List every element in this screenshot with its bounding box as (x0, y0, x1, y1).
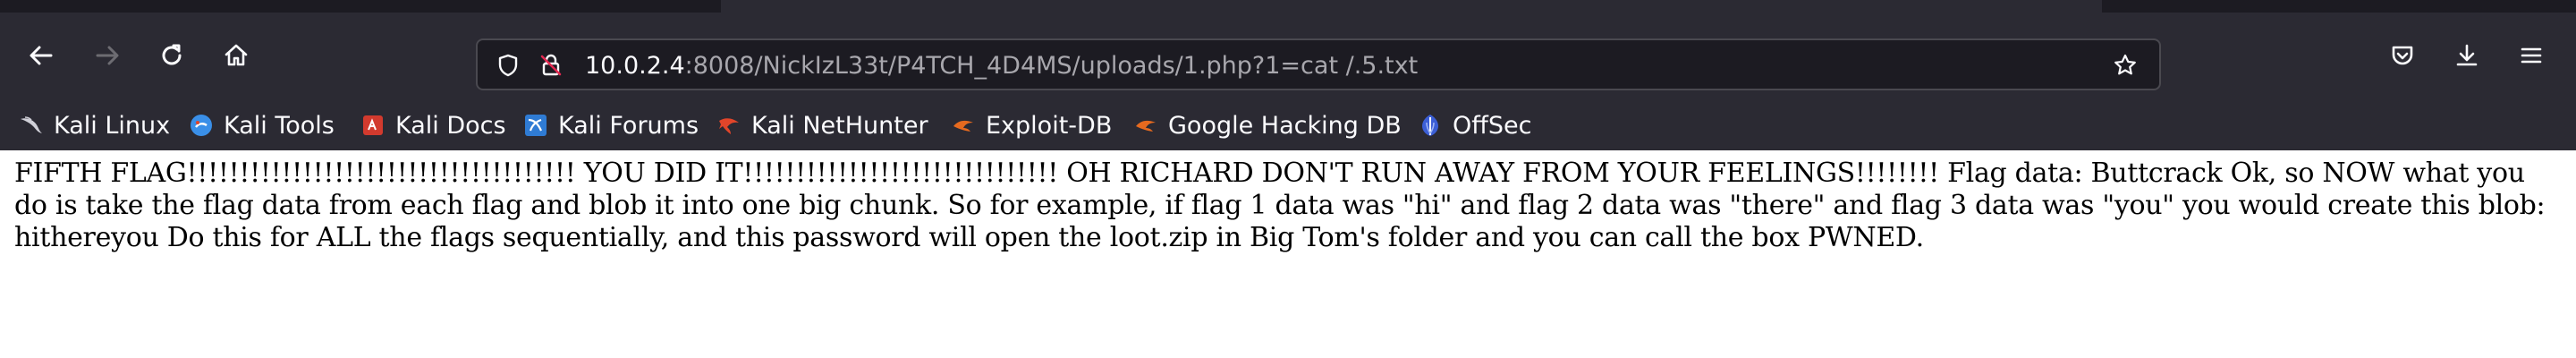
bookmark-star-icon[interactable] (2111, 51, 2140, 80)
hamburger-menu-icon (2521, 47, 2542, 64)
offsec-icon (1417, 112, 1444, 139)
pocket-icon (2392, 46, 2413, 65)
bookmark-label: Kali Forums (558, 111, 699, 140)
tab-strip (0, 0, 2576, 13)
ghdb-icon (1132, 112, 1159, 139)
kali-docs-icon (360, 112, 386, 139)
bookmark-label: Kali Tools (224, 111, 335, 140)
kali-tools-icon (188, 112, 215, 139)
reload-button[interactable] (148, 32, 195, 79)
flag-message-text: FIFTH FLAG!!!!!!!!!!!!!!!!!!!!!!!!!!!!!!… (14, 158, 2546, 253)
bookmark-kali-linux[interactable]: Kali Linux (18, 107, 170, 143)
downloads-button[interactable] (2444, 32, 2490, 79)
forward-arrow-icon (96, 46, 119, 65)
bookmark-offsec[interactable]: OffSec (1417, 107, 1531, 143)
bookmark-label: Kali NetHunter (751, 111, 928, 140)
bookmark-label: Exploit-DB (986, 111, 1113, 140)
address-bar[interactable]: 10.0.2.4:8008/NickIzL33t/P4TCH_4D4MS/upl… (476, 38, 2161, 90)
bookmark-label: Kali Linux (54, 111, 171, 140)
home-icon (225, 44, 248, 66)
bookmark-kali-docs[interactable]: Kali Docs (360, 107, 506, 143)
menu-button[interactable] (2508, 32, 2555, 79)
insecure-lock-icon[interactable] (537, 51, 565, 80)
url-host: 10.0.2.4 (585, 52, 685, 80)
kali-nethunter-icon (716, 112, 742, 139)
exploit-db-icon (950, 112, 977, 139)
navigation-toolbar: 10.0.2.4:8008/NickIzL33t/P4TCH_4D4MS/upl… (0, 13, 2576, 100)
url-path: :8008/NickIzL33t/P4TCH_4D4MS/uploads/1.p… (684, 52, 1419, 80)
back-button[interactable] (18, 32, 64, 79)
bookmark-kali-tools[interactable]: Kali Tools (188, 107, 335, 143)
bookmark-kali-nethunter[interactable]: Kali NetHunter (716, 107, 928, 143)
bookmark-label: Kali Docs (395, 111, 506, 140)
bookmark-label: OffSec (1453, 111, 1532, 140)
bookmark-exploit-db[interactable]: Exploit-DB (950, 107, 1112, 143)
bookmark-google-hacking-db[interactable]: Google Hacking DB (1132, 107, 1402, 143)
url-text[interactable]: 10.0.2.4:8008/NickIzL33t/P4TCH_4D4MS/upl… (585, 52, 1418, 81)
back-arrow-icon (30, 46, 53, 65)
bookmarks-toolbar: Kali Linux Kali Tools Kali Docs Kali For… (0, 100, 2576, 150)
reload-icon (162, 44, 182, 65)
shield-icon[interactable] (494, 51, 522, 80)
home-button[interactable] (213, 32, 259, 79)
active-tab-edge[interactable] (721, 0, 2102, 13)
download-icon (2456, 44, 2478, 66)
page-content: FIFTH FLAG!!!!!!!!!!!!!!!!!!!!!!!!!!!!!!… (0, 150, 2576, 358)
pocket-button[interactable] (2379, 32, 2426, 79)
bookmark-kali-forums[interactable]: Kali Forums (522, 107, 699, 143)
kali-dragon-icon (18, 112, 45, 139)
browser-chrome: 10.0.2.4:8008/NickIzL33t/P4TCH_4D4MS/upl… (0, 0, 2576, 150)
kali-forums-icon (522, 112, 549, 139)
bookmark-label: Google Hacking DB (1168, 111, 1402, 140)
forward-button[interactable] (84, 32, 131, 79)
